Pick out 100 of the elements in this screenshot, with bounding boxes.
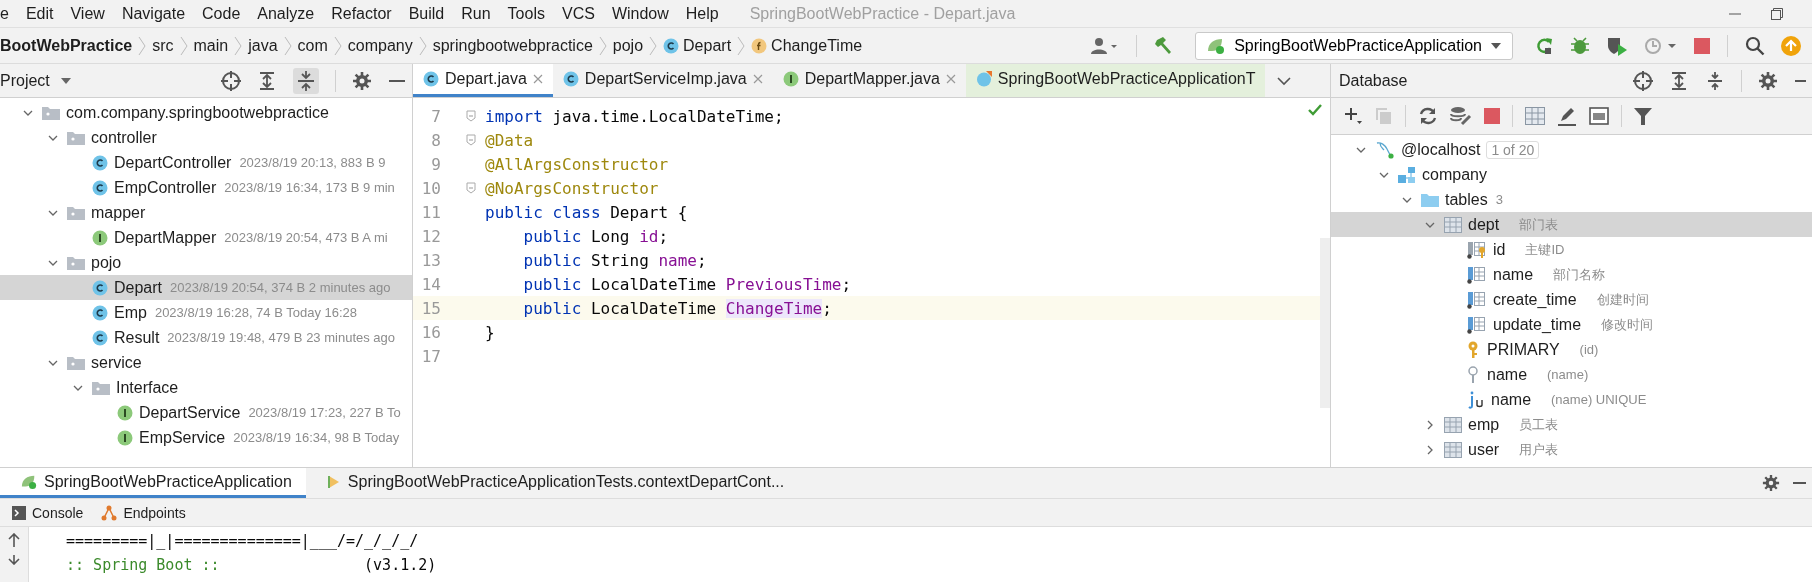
breadcrumb[interactable]: pojo (612, 36, 644, 55)
search-icon[interactable] (1745, 35, 1765, 56)
tree-item[interactable]: EmpController 2023/8/19 16:34, 173 B 9 min (0, 175, 412, 200)
menu-item[interactable]: Help (677, 4, 728, 23)
menu-item[interactable]: Window (603, 4, 678, 23)
expand-all-icon[interactable] (1669, 70, 1689, 91)
tree-item[interactable]: tables 3 (1331, 187, 1812, 212)
menu-item[interactable]: Edit (17, 4, 63, 23)
run-tab[interactable]: SpringBootWebPracticeApplication (0, 468, 306, 498)
menu-item[interactable]: Refactor (323, 4, 401, 23)
tree-item[interactable]: Depart 2023/8/19 20:54, 374 B 2 minutes ago (0, 275, 412, 300)
breadcrumb[interactable]: main (193, 36, 229, 55)
breadcrumb[interactable]: company (347, 36, 413, 55)
tree-item[interactable]: pojo (0, 250, 412, 275)
restore-icon[interactable] (1770, 6, 1784, 21)
file-info: 2023/8/19 19:48, 479 B 23 minutes ago (167, 330, 396, 345)
edit-icon[interactable] (1557, 106, 1577, 126)
console-tab[interactable]: Endpoints (101, 504, 186, 521)
expand-all-icon[interactable] (257, 70, 277, 91)
breadcrumb[interactable]: ChangeTime (751, 36, 863, 55)
menu-item[interactable]: Tools (499, 4, 554, 23)
editor-tab[interactable]: DepartServiceImp.java (552, 64, 773, 97)
tree-item[interactable]: service (0, 350, 412, 375)
stop-icon[interactable] (1694, 37, 1710, 54)
menu-item[interactable]: Run (453, 4, 500, 23)
scroll-up-icon[interactable] (8, 533, 20, 547)
panel-title[interactable]: Database (1339, 71, 1408, 90)
tree-item[interactable]: update_time 修改时间 (1331, 312, 1812, 337)
add-icon[interactable] (1343, 106, 1363, 126)
breadcrumb[interactable]: java (248, 36, 278, 55)
tree-item[interactable]: DepartMapper 2023/8/19 20:54, 473 B A mi (0, 225, 412, 250)
editor-tab[interactable]: Depart.java (413, 64, 553, 97)
tree-item[interactable]: name (name) (1331, 362, 1812, 387)
rerun-icon[interactable] (1534, 35, 1554, 56)
line-number: 12 (420, 226, 442, 246)
breadcrumb[interactable]: src (152, 36, 174, 55)
locate-icon[interactable] (1633, 70, 1653, 91)
tree-item[interactable]: dept 部门表 (1331, 212, 1812, 237)
menu-item[interactable]: VCS (553, 4, 604, 23)
coverage-icon[interactable] (1606, 35, 1628, 56)
user-icon[interactable] (1091, 36, 1120, 55)
close-icon[interactable] (945, 74, 956, 84)
counter-badge: 1 of 20 (1486, 140, 1540, 159)
breadcrumb[interactable]: BootWebPractice (0, 36, 133, 55)
settings-icon[interactable] (352, 70, 372, 91)
console-tab[interactable]: Console (12, 504, 84, 521)
chevron-icon (598, 34, 607, 57)
scroll-down-icon[interactable] (8, 555, 20, 565)
tree-item[interactable]: DepartController 2023/8/19 20:13, 883 B 9 (0, 150, 412, 175)
tree-item[interactable]: user 用户表 (1331, 437, 1812, 462)
menu-item[interactable]: Build (400, 4, 454, 23)
chevron-down-icon[interactable] (1277, 75, 1292, 86)
editor-tab[interactable]: DepartMapper.java (772, 64, 966, 97)
collapse-all-icon[interactable] (1705, 70, 1725, 91)
tree-item[interactable]: @localhost 1 of 20 (1331, 137, 1812, 162)
settings-icon[interactable] (1762, 474, 1780, 492)
tree-item[interactable]: Interface (0, 375, 412, 400)
tree-item[interactable]: id 主键ID (1331, 237, 1812, 262)
editor-tab[interactable]: SpringBootWebPracticeApplicationT (965, 64, 1266, 97)
menu-item[interactable]: e (0, 4, 18, 23)
tree-item[interactable]: name (name) UNIQUE (1331, 387, 1812, 412)
database-wrench-icon[interactable] (1450, 106, 1472, 126)
tree-item[interactable]: create_time 创建时间 (1331, 287, 1812, 312)
tree-item[interactable]: com.company.springbootwebpractice (0, 100, 412, 125)
run-configuration-dropdown[interactable]: SpringBootWebPracticeApplication (1195, 31, 1513, 60)
panel-title[interactable]: Project (0, 71, 50, 90)
menu-item[interactable]: Code (194, 4, 250, 23)
scrollbar[interactable] (1320, 238, 1330, 408)
tree-item[interactable]: emp 员工表 (1331, 412, 1812, 437)
breadcrumb[interactable]: springbootwebpractice (432, 36, 593, 55)
run-tab[interactable]: SpringBootWebPracticeApplicationTests.contextDepartCont... (305, 468, 799, 498)
close-icon[interactable] (752, 74, 763, 84)
menu-item[interactable]: View (62, 4, 114, 23)
tree-item[interactable]: Result 2023/8/19 19:48, 479 B 23 minutes ago (0, 325, 412, 350)
console-output: =========|_|==============|___/=/_/_/_/ (65, 532, 419, 550)
code-line: } (485, 322, 495, 342)
bug-icon[interactable] (1570, 35, 1590, 56)
dropdown-arrow-icon[interactable] (59, 76, 72, 85)
menu-item[interactable]: Analyze (249, 4, 324, 23)
menu-item[interactable]: Navigate (113, 4, 195, 23)
tree-item[interactable]: name 部门名称 (1331, 262, 1812, 287)
tree-item[interactable]: controller (0, 125, 412, 150)
tree-item[interactable]: company (1331, 162, 1812, 187)
sql-console-icon[interactable] (1589, 107, 1609, 125)
tree-item[interactable]: Emp 2023/8/19 16:28, 74 B Today 16:28 (0, 300, 412, 325)
filter-icon[interactable] (1634, 107, 1652, 125)
tree-item[interactable]: PRIMARY (id) (1331, 337, 1812, 362)
locate-icon[interactable] (221, 70, 241, 91)
tree-item[interactable]: mapper (0, 200, 412, 225)
tree-item[interactable]: DepartService 2023/8/19 17:23, 227 B To (0, 400, 412, 425)
breadcrumb[interactable]: Depart (663, 36, 732, 55)
settings-icon[interactable] (1758, 70, 1778, 91)
file-info: 2023/8/19 16:28, 74 B Today 16:28 (154, 305, 358, 320)
refresh-icon[interactable] (1418, 106, 1438, 126)
line-number: 7 (430, 106, 442, 126)
interface-icon (782, 71, 799, 87)
close-icon[interactable] (532, 74, 543, 84)
tree-item[interactable]: EmpService 2023/8/19 16:34, 98 B Today (0, 425, 412, 450)
collapse-all-icon[interactable] (293, 67, 319, 94)
breadcrumb[interactable]: com (297, 36, 328, 55)
